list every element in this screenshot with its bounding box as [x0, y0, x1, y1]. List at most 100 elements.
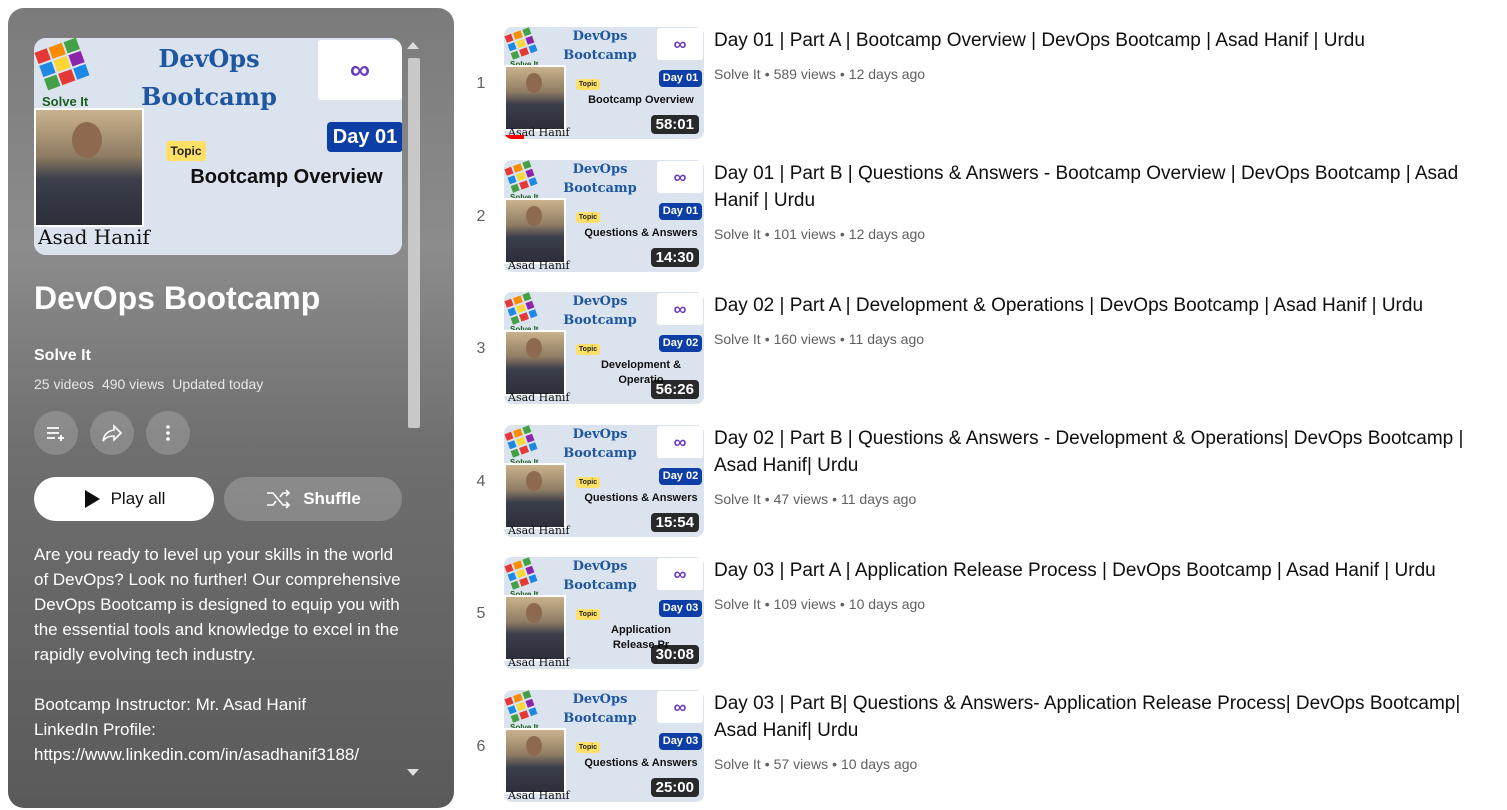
solve-it-logo-icon: [504, 27, 538, 60]
cover-title-line2: Bootcamp: [141, 82, 277, 111]
video-title[interactable]: Day 02 | Part B | Questions & Answers - …: [714, 425, 1494, 479]
meta-separator: •: [764, 66, 770, 82]
thumb-day-badge: Day 03: [659, 733, 702, 750]
scroll-thumb[interactable]: [408, 58, 420, 428]
video-title[interactable]: Day 01 | Part B | Questions & Answers - …: [714, 160, 1494, 214]
devops-infinity-icon: ∞: [657, 28, 703, 60]
meta-separator: •: [764, 226, 770, 242]
playlist-video-item[interactable]: 1 Solve It DevOps Bootcamp ∞ Day 01 Topi…: [466, 27, 1501, 139]
video-duration: 56:26: [650, 380, 699, 399]
video-channel-link[interactable]: Solve It: [714, 331, 761, 347]
video-meta: Solve It • 47 views • 11 days ago: [714, 491, 916, 507]
video-age: 12 days ago: [848, 66, 926, 82]
video-thumbnail[interactable]: Solve It DevOps Bootcamp ∞ Day 02 Topic …: [504, 292, 704, 404]
thumb-topic-line1: Questions & Answers: [584, 492, 698, 504]
solve-it-logo-icon: [34, 38, 90, 91]
video-views: 109 views: [773, 596, 836, 612]
playlist-video-item[interactable]: 3 Solve It DevOps Bootcamp ∞ Day 02 Topi…: [466, 292, 1501, 404]
video-age: 10 days ago: [840, 756, 918, 772]
video-thumbnail[interactable]: Solve It DevOps Bootcamp ∞ Day 03 Topic …: [504, 557, 704, 669]
video-age: 10 days ago: [848, 596, 926, 612]
thumb-topic-tag: Topic: [576, 344, 600, 355]
share-button[interactable]: [90, 411, 134, 455]
shuffle-button[interactable]: Shuffle: [224, 477, 402, 521]
video-duration: 15:54: [650, 513, 699, 532]
devops-infinity-icon: ∞: [657, 691, 703, 723]
video-thumbnail[interactable]: Solve It DevOps Bootcamp ∞ Day 01 Topic …: [504, 160, 704, 272]
video-thumbnail[interactable]: Solve It DevOps Bootcamp ∞ Day 03 Topic …: [504, 690, 704, 802]
thumb-topic-line1: Application: [611, 624, 671, 636]
devops-infinity-icon: ∞: [657, 293, 703, 325]
thumb-topic-tag: Topic: [576, 477, 600, 488]
video-index: 2: [476, 208, 486, 225]
play-all-button[interactable]: Play all: [34, 477, 214, 521]
cover-person-name: Asad Hanif: [38, 225, 150, 249]
panel-scrollbar[interactable]: [404, 38, 424, 778]
playlist-video-item[interactable]: 5 Solve It DevOps Bootcamp ∞ Day 03 Topi…: [466, 557, 1501, 669]
cover-topic-tag: Topic: [166, 141, 206, 161]
thumb-title1: DevOps: [572, 427, 628, 442]
video-views: 57 views: [773, 756, 829, 772]
video-channel-link[interactable]: Solve It: [714, 756, 761, 772]
playlist-video-item[interactable]: 6 Solve It DevOps Bootcamp ∞ Day 03 Topi…: [466, 690, 1501, 802]
save-to-library-button[interactable]: [34, 411, 78, 455]
video-views: 589 views: [773, 66, 836, 82]
thumb-day-badge: Day 01: [659, 203, 702, 220]
thumb-day-badge: Day 01: [659, 70, 702, 87]
scroll-down-arrow-icon[interactable]: [407, 769, 419, 776]
playlist-video-item[interactable]: 2 Solve It DevOps Bootcamp ∞ Day 01 Topi…: [466, 160, 1501, 272]
video-title[interactable]: Day 03 | Part A | Application Release Pr…: [714, 557, 1494, 584]
solve-it-logo-icon: [504, 425, 538, 458]
playlist-video-item[interactable]: 4 Solve It DevOps Bootcamp ∞ Day 02 Topi…: [466, 425, 1501, 537]
playlist-updated: Updated today: [172, 376, 264, 392]
more-actions-button[interactable]: [146, 411, 190, 455]
devops-infinity-icon: ∞: [318, 40, 402, 100]
instructor-photo: [504, 463, 566, 529]
cover-day-badge: Day 01: [327, 122, 402, 152]
video-duration: 14:30: [650, 248, 699, 267]
play-icon: [84, 490, 100, 508]
thumb-person-name: Asad Hanif: [508, 656, 570, 669]
video-channel-link[interactable]: Solve It: [714, 226, 761, 242]
video-title[interactable]: Day 02 | Part A | Development & Operatio…: [714, 292, 1494, 319]
cover-title-line1: DevOps: [158, 44, 260, 73]
video-duration: 25:00: [650, 778, 699, 797]
video-duration: 58:01: [650, 115, 699, 134]
video-title[interactable]: Day 01 | Part A | Bootcamp Overview | De…: [714, 27, 1494, 54]
thumb-day-badge: Day 02: [659, 468, 702, 485]
instructor-photo: [504, 728, 566, 794]
playlist-views: 490 views: [101, 376, 165, 392]
video-duration: 30:08: [650, 645, 699, 664]
video-title[interactable]: Day 03 | Part B| Questions & Answers- Ap…: [714, 690, 1494, 744]
thumb-topic-line1: Questions & Answers: [584, 757, 698, 769]
playlist-channel-link[interactable]: Solve It: [34, 347, 91, 365]
video-meta: Solve It • 57 views • 10 days ago: [714, 756, 917, 772]
meta-separator: •: [839, 226, 845, 242]
shuffle-label: Shuffle: [303, 489, 361, 508]
video-thumbnail[interactable]: Solve It DevOps Bootcamp ∞ Day 01 Topic …: [504, 27, 704, 139]
video-channel-link[interactable]: Solve It: [714, 596, 761, 612]
thumb-title1: DevOps: [572, 559, 628, 574]
video-age: 11 days ago: [848, 331, 925, 347]
video-views: 47 views: [773, 491, 829, 507]
instructor-photo: [504, 198, 566, 264]
cover-brand: Solve It: [42, 94, 89, 109]
playlist-header-panel: Solve It DevOps Bootcamp ∞ Day 01 Topic …: [8, 8, 454, 808]
video-meta: Solve It • 160 views • 11 days ago: [714, 331, 924, 347]
thumb-topic-tag: Topic: [576, 609, 600, 620]
thumb-title2: Bootcamp: [563, 181, 637, 196]
meta-separator: •: [764, 491, 770, 507]
playlist-actions: [34, 411, 190, 455]
video-index: 6: [476, 738, 486, 755]
devops-infinity-icon: ∞: [657, 426, 703, 458]
thumb-title1: DevOps: [572, 29, 628, 44]
playlist-cover-thumbnail[interactable]: Solve It DevOps Bootcamp ∞ Day 01 Topic …: [34, 38, 402, 255]
video-views: 101 views: [773, 226, 836, 242]
meta-separator: •: [832, 491, 837, 507]
thumb-topic-line1: Bootcamp Overview: [588, 94, 694, 106]
video-channel-link[interactable]: Solve It: [714, 66, 761, 82]
video-channel-link[interactable]: Solve It: [714, 491, 761, 507]
cover-topic: Bootcamp Overview: [190, 166, 383, 188]
scroll-up-arrow-icon[interactable]: [407, 42, 419, 49]
video-thumbnail[interactable]: Solve It DevOps Bootcamp ∞ Day 02 Topic …: [504, 425, 704, 537]
